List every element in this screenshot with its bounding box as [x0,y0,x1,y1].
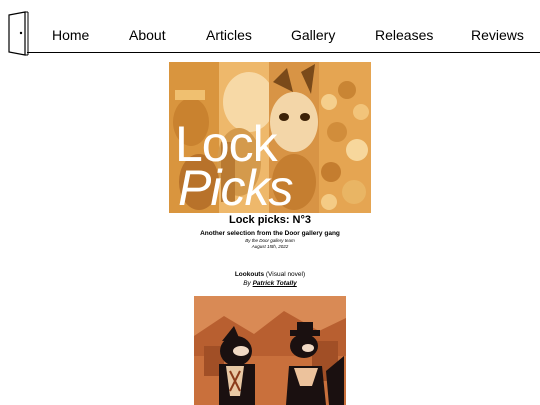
entry-name: Lookouts [234,271,265,278]
nav-about[interactable]: About [129,27,166,43]
artwork-image [194,296,346,405]
entry-author: By Patrick Totally [0,279,540,288]
article-date: August 15th, 2022 [251,244,289,249]
article-subtitle: Another selection from the Door gallery … [200,230,340,237]
page: Home About Articles Gallery Releases Rev… [0,0,540,405]
entry-title: Lookouts (Visual novel) [0,270,540,279]
nav-gallery[interactable]: Gallery [291,27,335,43]
hero-title-word2: Picks [178,160,293,213]
nav-releases[interactable]: Releases [375,27,433,43]
entry-by-prefix: By [243,280,251,287]
hero-banner: Lock Picks [169,62,371,213]
nav-reviews[interactable]: Reviews [471,27,524,43]
nav-articles[interactable]: Articles [206,27,252,43]
entry-author-link[interactable]: Patrick Totally [253,280,297,287]
nav-home[interactable]: Home [52,27,89,43]
site-header: Home About Articles Gallery Releases Rev… [0,0,540,57]
door-icon[interactable] [7,11,29,57]
nav-divider [27,52,540,53]
entry-kind: (Visual novel) [265,271,306,278]
entry-artwork [194,296,346,405]
article-title: Lock picks: N°3 [228,214,312,226]
